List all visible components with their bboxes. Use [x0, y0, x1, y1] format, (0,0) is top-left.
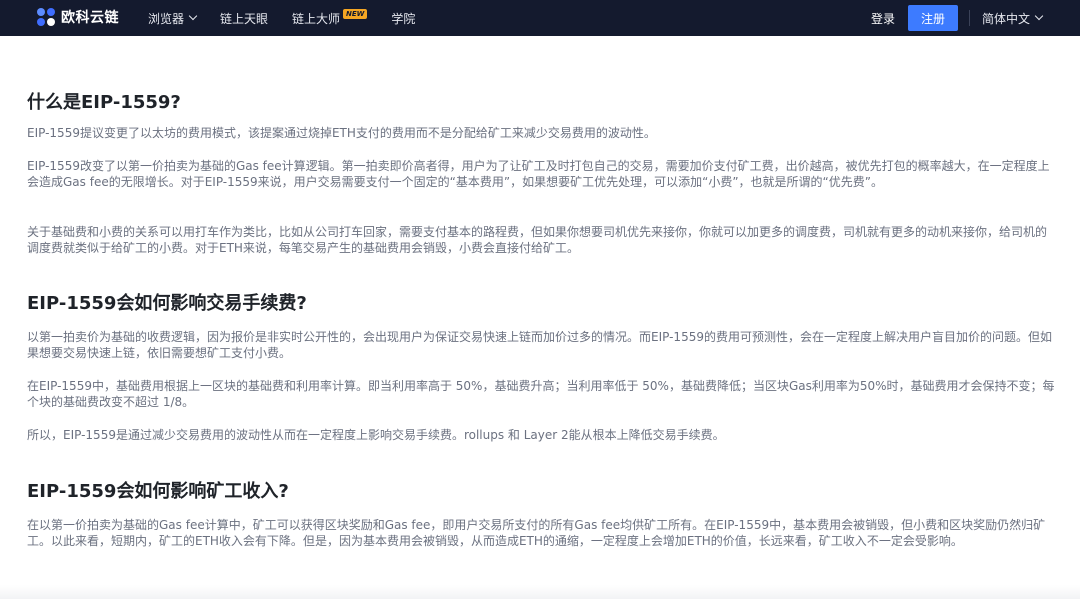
section-heading: 什么是EIP-1559?	[27, 92, 181, 113]
register-button[interactable]: 注册	[907, 5, 958, 31]
section-heading: EIP-1559会如何影响矿工收入?	[27, 481, 289, 502]
chevron-down-icon	[1034, 11, 1044, 21]
section-heading: EIP-1559会如何影响交易手续费?	[27, 293, 307, 314]
paragraph: EIP-1559改变了以第一价拍卖为基础的Gas fee计算逻辑。第一拍卖即价高…	[27, 159, 1050, 189]
nav-item-academy[interactable]: 学院	[391, 10, 415, 27]
main-nav: 浏览器 链上天眼 链上大师 NEW 学院	[148, 0, 439, 36]
nav-item-browser[interactable]: 浏览器	[148, 10, 198, 27]
paragraph: 关于基础费和小费的关系可以用打车作为类比，比如从公司打车回家，需要支付基本的路程…	[27, 225, 1048, 255]
bottom-fade	[0, 585, 1080, 599]
nav-item-label: 链上天眼	[220, 11, 269, 26]
login-link[interactable]: 登录	[871, 10, 895, 27]
nav-item-label: 学院	[391, 11, 416, 26]
paragraph: 以第一拍卖价为基础的收费逻辑，因为报价是非实时公开性的，会出现用户为保证交易快速…	[27, 330, 1052, 360]
logo-text: 欧科云链	[61, 10, 119, 26]
chevron-down-icon	[188, 11, 198, 21]
paragraph: EIP-1559提议变更了以太坊的费用模式，该提案通过烧掉ETH支付的费用而不是…	[27, 126, 656, 140]
language-label: 简体中文	[981, 11, 1030, 26]
header-actions: 登录 注册 简体中文	[871, 0, 1080, 36]
site-logo[interactable]: 欧科云链	[37, 7, 119, 27]
paragraph: 所以，EIP-1559是通过减少交易费用的波动性从而在一定程度上影响交易手续费。…	[27, 428, 725, 442]
logo-icon	[37, 8, 55, 26]
new-badge: NEW	[343, 9, 368, 19]
nav-item-label: 浏览器	[148, 11, 185, 26]
header-divider	[968, 10, 970, 26]
top-navigation-bar: 欧科云链 浏览器 链上天眼 链上大师 NEW 学院 登录 注册 简体中文	[0, 0, 1080, 36]
nav-item-onchain-master[interactable]: 链上大师 NEW	[292, 9, 368, 27]
paragraph: 在EIP-1559中，基础费用根据上一区块的基础费和利用率计算。即当利用率高于 …	[27, 379, 1055, 409]
language-selector[interactable]: 简体中文	[981, 10, 1044, 27]
nav-item-onchain-eye[interactable]: 链上天眼	[220, 10, 268, 27]
nav-item-label: 链上大师	[292, 11, 341, 26]
paragraph: 在以第一价拍卖为基础的Gas fee计算中，矿工可以获得区块奖励和Gas fee…	[27, 518, 1046, 548]
